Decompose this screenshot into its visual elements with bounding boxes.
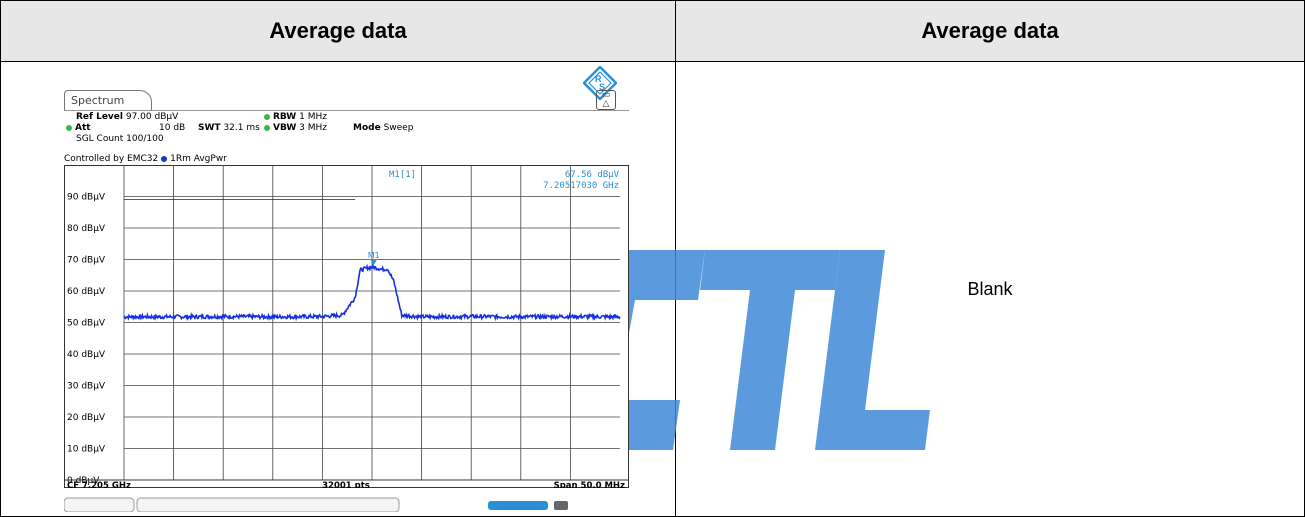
device-status-icon — [554, 501, 568, 510]
vbw-indicator-icon — [264, 124, 270, 131]
y-tick-label: 20 dBµV — [67, 413, 106, 423]
spectrum-plot: 90 dBµV 80 dBµV 70 dBµV 60 dBµV 50 dBµV 40 dB… — [64, 165, 629, 488]
y-tick-label: 40 dBµV — [67, 350, 106, 360]
rbw-indicator-icon — [264, 113, 270, 120]
rbw-setting: RBW 1 MHz — [264, 112, 327, 122]
header-row: Average data Average data — [1, 1, 1304, 62]
progress-indicator — [488, 501, 548, 510]
trace-color-icon — [161, 155, 168, 162]
trace-label: 1Rm AvgPwr — [170, 154, 227, 164]
vbw-setting: VBW 3 MHz — [264, 123, 327, 133]
tab-spectrum[interactable]: Spectrum — [64, 90, 152, 110]
spectrum-analyzer-screenshot: R S ▭ △ Spectrum Ref Level 97.00 dBµV RBW… — [64, 66, 629, 512]
y-tick-label: 90 dBµV — [67, 193, 106, 203]
softkey-left[interactable] — [64, 497, 135, 512]
status-message-field — [136, 497, 400, 512]
right-column-header: Average data — [921, 18, 1059, 43]
mode-setting: Mode Sweep — [353, 123, 414, 133]
column-divider — [675, 1, 676, 516]
marker-readout-label: M1[1] — [389, 170, 416, 180]
y-tick-label: 60 dBµV — [67, 287, 106, 297]
marker-m1-label: M1 — [368, 251, 380, 260]
y-tick-label: 10 dBµV — [67, 445, 106, 455]
span-label: Span 50.0 MHz — [554, 481, 625, 488]
y-tick-label: 50 dBµV — [67, 319, 106, 329]
hardware-status-icon[interactable]: ▭ △ — [596, 90, 616, 110]
marker-readout-value: 67.56 dBµV — [565, 170, 620, 180]
trace-info-bar: Controlled by EMC32 1Rm AvgPwr — [64, 153, 629, 165]
ref-level-setting: Ref Level 97.00 dBµV — [76, 112, 179, 122]
sgl-count: SGL Count 100/100 — [76, 134, 164, 144]
y-tick-label: 70 dBµV — [67, 256, 106, 266]
y-tick-label: 30 dBµV — [67, 382, 106, 392]
y-tick-label: 80 dBµV — [67, 224, 106, 234]
controlled-by-label: Controlled by EMC32 — [64, 154, 159, 164]
att-value: 10 dB — [159, 123, 186, 133]
status-bar — [64, 488, 629, 512]
blank-cell-text: Blank — [967, 279, 1013, 299]
att-setting: Att — [66, 123, 91, 133]
att-indicator-icon — [66, 124, 72, 131]
plot-frame — [64, 165, 629, 488]
center-frequency-label: CF 7.205 GHz — [67, 481, 131, 488]
tab-frame-line — [64, 110, 629, 111]
sweep-points-label: 32001 pts — [322, 481, 370, 488]
swt-setting: SWT 32.1 ms — [198, 123, 260, 133]
left-column-header: Average data — [269, 18, 407, 43]
marker-readout-frequency: 7.20517030 GHz — [543, 181, 619, 191]
